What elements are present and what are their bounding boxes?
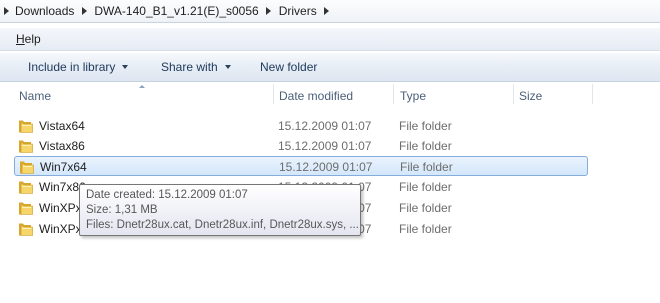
column-header-row: Name Date modified Type Size	[0, 82, 660, 104]
chevron-right-icon[interactable]	[262, 7, 276, 15]
dropdown-arrow-icon	[122, 65, 129, 69]
include-in-library-label: Include in library	[28, 60, 116, 74]
file-type: File folder	[399, 222, 452, 236]
breadcrumb-dwa-140[interactable]: DWA-140_B1_v1.21(E)_s0056	[91, 4, 261, 18]
tooltip-date-created: Date created: 15.12.2009 01:07	[86, 189, 248, 201]
file-name: WinXPx	[39, 201, 82, 215]
tooltip-files: Files: Dnetr28ux.cat, Dnetr28ux.inf, Dne…	[86, 219, 359, 231]
column-divider[interactable]	[393, 84, 394, 104]
chevron-right-icon[interactable]	[0, 7, 12, 15]
column-header-type[interactable]: Type	[400, 82, 426, 104]
file-name: Win7x64	[40, 160, 87, 174]
breadcrumb-drivers[interactable]: Drivers	[276, 4, 320, 18]
folder-icon	[18, 180, 34, 198]
file-date-modified: 15.12.2009 01:07	[278, 139, 372, 153]
file-type: File folder	[399, 139, 452, 153]
breadcrumb-downloads[interactable]: Downloads	[12, 4, 77, 18]
new-folder-button[interactable]: New folder	[260, 60, 317, 74]
folder-info-tooltip: Date created: 15.12.2009 01:07 Size: 1,3…	[79, 184, 361, 236]
folder-icon	[18, 222, 34, 240]
column-divider[interactable]	[273, 84, 274, 104]
command-bar: Include in library Share with New folder	[0, 53, 660, 82]
chevron-right-icon[interactable]	[320, 7, 334, 15]
folder-icon	[18, 119, 34, 137]
share-with-button[interactable]: Share with	[161, 60, 231, 74]
file-type: File folder	[399, 180, 452, 194]
chevron-right-icon[interactable]	[77, 7, 91, 15]
include-in-library-button[interactable]: Include in library	[28, 60, 129, 74]
tooltip-size: Size: 1,31 MB	[86, 204, 158, 216]
folder-icon	[18, 139, 34, 157]
file-date-modified: 15.12.2009 01:07	[279, 160, 373, 174]
file-row[interactable]: Vistax86 15.12.2009 01:07 File folder	[14, 136, 588, 156]
file-type: File folder	[399, 119, 452, 133]
column-header-date-modified[interactable]: Date modified	[279, 82, 353, 104]
menu-help-accelerator: H	[16, 32, 25, 46]
file-type: File folder	[399, 201, 452, 215]
file-date-modified: 15.12.2009 01:07	[278, 119, 372, 133]
file-name: Vistax64	[39, 119, 85, 133]
file-row[interactable]: Vistax64 15.12.2009 01:07 File folder	[14, 116, 588, 136]
file-name: WinXPx	[39, 222, 82, 236]
column-divider[interactable]	[592, 84, 593, 104]
address-bar[interactable]: Downloads DWA-140_B1_v1.21(E)_s0056 Driv…	[0, 0, 660, 23]
column-divider[interactable]	[513, 84, 514, 104]
file-name: Vistax86	[39, 139, 85, 153]
file-row[interactable]: Win7x64 15.12.2009 01:07 File folder	[14, 156, 588, 176]
dropdown-arrow-icon	[224, 65, 231, 69]
menu-bar: Help	[0, 28, 660, 51]
share-with-label: Share with	[161, 60, 218, 74]
folder-icon	[18, 201, 34, 219]
column-header-name[interactable]: Name	[19, 82, 51, 104]
new-folder-label: New folder	[260, 60, 318, 74]
column-header-size[interactable]: Size	[519, 82, 542, 104]
menu-help[interactable]: Help	[16, 32, 41, 46]
file-type: File folder	[400, 160, 453, 174]
folder-icon	[19, 160, 35, 178]
menu-help-label: elp	[24, 32, 41, 46]
